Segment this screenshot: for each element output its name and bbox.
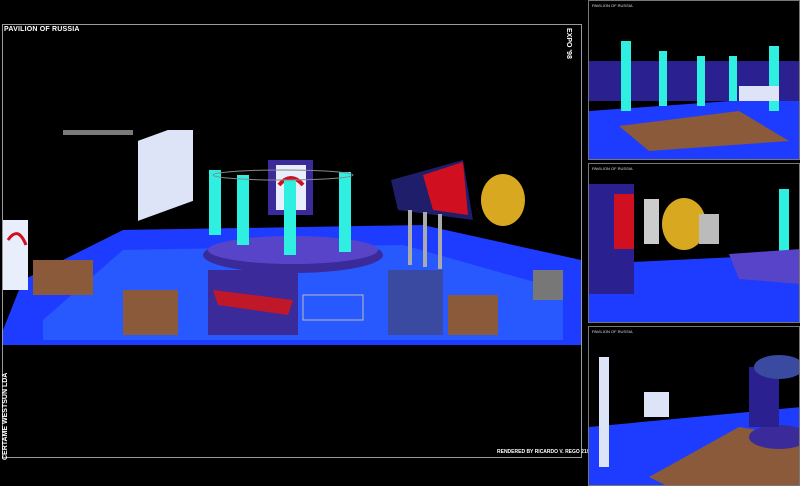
- thumbnail-view-3: PAVILION OF RUSSIA: [588, 326, 800, 486]
- column-1: [209, 170, 221, 235]
- column-2: [237, 175, 249, 245]
- thumbnail-caption-3: PAVILION OF RUSSIA: [592, 329, 633, 334]
- right-screen: [533, 270, 563, 300]
- column-4: [339, 172, 351, 252]
- expo-label: EXPO '98: [565, 28, 572, 59]
- thumbnail-render-1: [589, 1, 799, 159]
- main-pavilion-render: [3, 130, 581, 345]
- dome-leg-2: [423, 212, 427, 267]
- thumbnail-caption-1: PAVILION OF RUSSIA: [592, 3, 633, 8]
- left-counter: [33, 260, 93, 295]
- column-3: [284, 180, 296, 255]
- dome-leg-3: [438, 214, 442, 269]
- display-case-left: [123, 290, 178, 335]
- thumbnail-caption-2: PAVILION OF RUSSIA: [592, 166, 633, 171]
- board-title: PAVILION OF RUSSIA: [4, 26, 80, 33]
- thumbnail-render-3: [589, 327, 799, 485]
- thumbnail-render-2: [589, 164, 799, 322]
- front-panel-right: [388, 270, 443, 335]
- thumbnail-view-2: PAVILION OF RUSSIA: [588, 163, 800, 323]
- display-case-right: [448, 295, 498, 335]
- globe-panel: [481, 174, 525, 226]
- ceiling-light: [63, 130, 133, 135]
- wave-wall: [138, 130, 193, 221]
- presentation-board: PAVILION OF RUSSIA CERTAME WESTSUN LDA E…: [0, 0, 800, 486]
- dome-leg-1: [408, 210, 412, 265]
- thumbnail-view-1: PAVILION OF RUSSIA: [588, 0, 800, 160]
- company-label: CERTAME WESTSUN LDA: [2, 372, 9, 460]
- left-panel: [3, 220, 28, 290]
- render-credit: RENDERED BY RICARDO V. REGO 21/01/98: [497, 449, 601, 455]
